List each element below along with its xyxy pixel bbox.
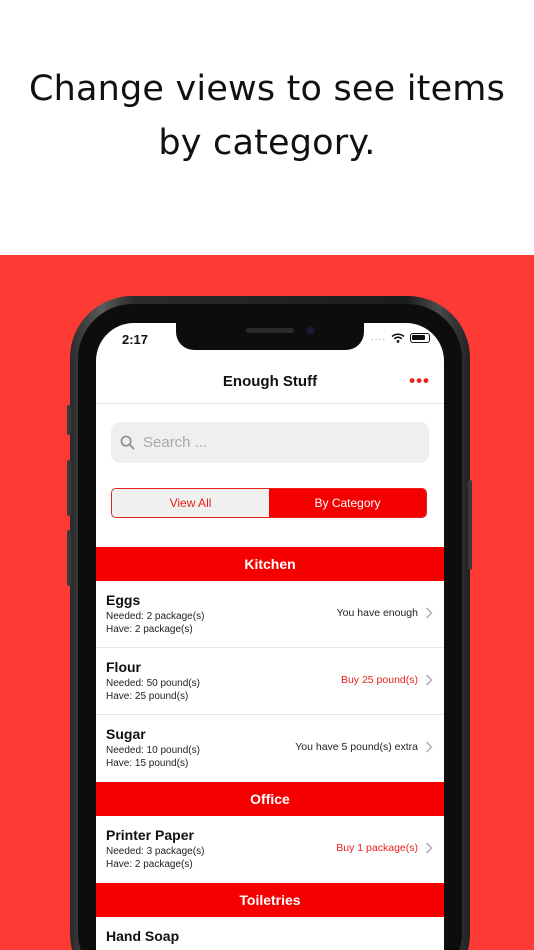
front-camera (305, 325, 316, 336)
phone-volume-up (67, 460, 71, 516)
status-time: 2:17 (122, 332, 149, 347)
item-have: Have: 2 package(s) (106, 859, 193, 870)
item-needed: Needed: 3 package(s) (106, 846, 205, 857)
phone-notch (176, 323, 364, 350)
item-have: Have: 2 package(s) (106, 624, 193, 635)
list-item[interactable]: Flour Needed: 50 pound(s) Have: 25 pound… (96, 648, 444, 715)
chevron-right-icon (425, 741, 433, 753)
list-item[interactable]: Printer Paper Needed: 3 package(s) Have:… (96, 816, 444, 883)
chevron-right-icon (425, 842, 433, 854)
item-name: Eggs (106, 592, 141, 608)
chevron-right-icon (425, 674, 433, 686)
list-item[interactable]: Eggs Needed: 2 package(s) Have: 2 packag… (96, 581, 444, 648)
item-have: Have: 15 pound(s) (106, 758, 189, 769)
headline: Change views to see items by category. (0, 62, 534, 170)
item-status: You have enough (336, 607, 418, 619)
item-name: Hand Soap (106, 928, 180, 944)
item-name: Printer Paper (106, 827, 194, 843)
nav-divider (96, 403, 444, 404)
battery-icon (410, 332, 430, 343)
tab-view-all[interactable]: View All (112, 489, 269, 517)
item-needed: Needed: 2 package(s) (106, 611, 205, 622)
list-item[interactable]: Sugar Needed: 10 pound(s) Have: 15 pound… (96, 715, 444, 782)
section-header-office: Office (96, 782, 444, 816)
section-header-kitchen: Kitchen (96, 547, 444, 581)
wifi-icon (391, 332, 405, 343)
search-bar[interactable] (111, 422, 429, 463)
item-status: Buy 1 package(s) (336, 842, 418, 854)
chevron-right-icon (425, 607, 433, 619)
list-item[interactable]: Hand Soap (96, 917, 444, 950)
headline-line-1: Change views to see items (28, 69, 506, 109)
headline-line-2: by category. (158, 123, 376, 163)
item-status: You have 5 pound(s) extra (295, 741, 418, 753)
app-screen: 2:17 .... Enough Stuff ••• View All By C… (96, 323, 444, 950)
item-name: Sugar (106, 726, 146, 742)
status-indicators: .... (371, 332, 430, 343)
category-list: Kitchen Eggs Needed: 2 package(s) Have: … (96, 547, 444, 950)
view-segmented-control: View All By Category (111, 488, 427, 518)
item-have: Have: 25 pound(s) (106, 691, 189, 702)
phone-power-button (468, 480, 472, 570)
section-header-toiletries: Toiletries (96, 883, 444, 917)
more-options-button[interactable]: ••• (409, 371, 430, 391)
tab-by-category[interactable]: By Category (269, 489, 426, 517)
phone-volume-down (67, 530, 71, 586)
speaker-grille (246, 328, 294, 333)
item-needed: Needed: 50 pound(s) (106, 678, 200, 689)
search-icon (120, 435, 135, 450)
phone-silent-switch (67, 405, 71, 435)
item-needed: Needed: 10 pound(s) (106, 745, 200, 756)
page-title: Enough Stuff (222, 373, 318, 390)
item-status: Buy 25 pound(s) (340, 674, 418, 686)
search-input[interactable] (143, 434, 423, 451)
signal-indicator: .... (370, 332, 386, 343)
item-name: Flour (106, 659, 141, 675)
